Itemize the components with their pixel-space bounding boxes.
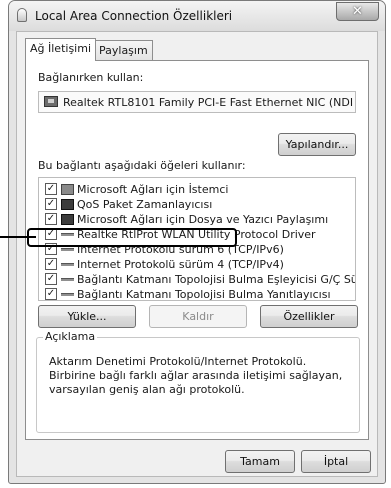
configure-button[interactable]: Yapılandır...: [278, 133, 356, 156]
tab-sharing[interactable]: Paylaşım: [94, 40, 153, 61]
close-button[interactable]: ✕: [336, 2, 379, 21]
dialog-body: Paylaşım Ağ İletişimi Bağlanırken kullan…: [16, 31, 378, 477]
list-item[interactable]: ✓ Bağlantı Katmanı Topolojisi Bulma Yanı…: [39, 287, 355, 301]
list-item[interactable]: ✓ Bağlantı Katmanı Topolojisi Bulma Eşle…: [39, 272, 355, 287]
protocol-icon: [61, 293, 74, 296]
description-text: Aktarım Denetimi Protokolü/Internet Prot…: [49, 355, 343, 396]
component-label: QoS Paket Zamanlayıcısı: [77, 198, 213, 211]
title-bar[interactable]: Local Area Connection Özellikleri ✕: [9, 1, 385, 31]
list-item[interactable]: ✓ QoS Paket Zamanlayıcısı: [39, 197, 355, 212]
component-label: Microsoft Ağları için İstemci: [77, 183, 229, 196]
connect-using-label: Bağlanırken kullan:: [38, 71, 144, 84]
network-adapter-icon: [17, 8, 27, 22]
install-button[interactable]: Yükle...: [38, 305, 136, 328]
component-checkbox[interactable]: ✓: [45, 258, 57, 270]
ipv4-highlight-box: [27, 228, 237, 247]
network-service-icon: [61, 199, 74, 210]
component-label: Bağlantı Katmanı Topolojisi Bulma Eşleyi…: [77, 273, 355, 286]
component-checkbox[interactable]: ✓: [45, 213, 57, 225]
description-title: Açıklama: [43, 330, 98, 343]
network-client-icon: [61, 184, 74, 195]
list-item[interactable]: ✓ Microsoft Ağları için Dosya ve Yazıcı …: [39, 212, 355, 227]
callout-pointer-line: [0, 236, 36, 238]
networking-panel: Bağlanırken kullan: Realtek RTL8101 Fami…: [25, 60, 369, 440]
component-checkbox[interactable]: ✓: [45, 183, 57, 195]
ok-button[interactable]: Tamam: [225, 450, 295, 473]
protocol-icon: [61, 248, 74, 251]
list-item[interactable]: ✓ Microsoft Ağları için İstemci: [39, 182, 355, 197]
protocol-icon: [61, 263, 74, 266]
adapter-field: Realtek RTL8101 Family PCI-E Fast Ethern…: [38, 91, 356, 113]
description-group: Açıklama Aktarım Denetimi Protokolü/Inte…: [36, 330, 360, 433]
component-checkbox[interactable]: ✓: [45, 198, 57, 210]
component-checkbox[interactable]: ✓: [45, 288, 57, 300]
network-service-icon: [61, 214, 74, 225]
component-label: Microsoft Ağları için Dosya ve Yazıcı Pa…: [77, 213, 329, 226]
component-label: Bağlantı Katmanı Topolojisi Bulma Yanıtl…: [77, 288, 331, 301]
adapter-name: Realtek RTL8101 Family PCI-E Fast Ethern…: [63, 96, 353, 109]
list-item[interactable]: ✓ Internet Protokolü sürüm 4 (TCP/IPv4): [39, 257, 355, 272]
component-label: Internet Protokolü sürüm 4 (TCP/IPv4): [77, 258, 284, 271]
properties-button[interactable]: Özellikler: [260, 305, 358, 328]
components-label: Bu bağlantı aşağıdaki öğeleri kullanır:: [38, 159, 246, 172]
network-card-icon: [44, 96, 58, 107]
cancel-button[interactable]: İptal: [301, 450, 371, 473]
tab-networking[interactable]: Ağ İletişimi: [25, 38, 96, 61]
window-title: Local Area Connection Özellikleri: [35, 9, 233, 23]
component-checkbox[interactable]: ✓: [45, 273, 57, 285]
uninstall-button[interactable]: Kaldır: [149, 305, 247, 328]
protocol-icon: [61, 278, 74, 281]
